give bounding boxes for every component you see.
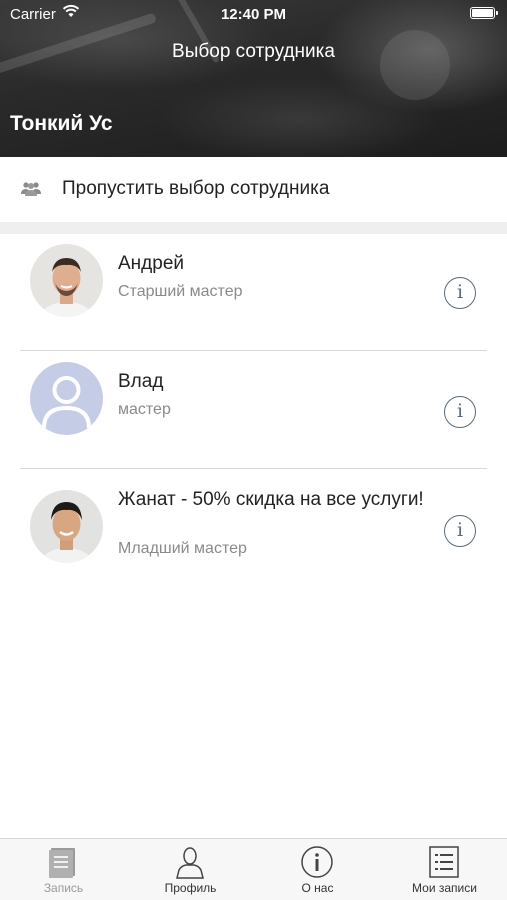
avatar	[30, 490, 103, 563]
tab-label: Запись	[43, 881, 84, 895]
list-icon	[429, 846, 459, 878]
info-icon	[301, 846, 333, 878]
tab-bar: Запись Профиль О нас Мои записи	[0, 838, 507, 900]
tab-booking[interactable]: Запись	[0, 839, 127, 900]
staff-name: Андрей	[118, 253, 184, 274]
header-banner: Carrier 12:40 PM Выбор сотрудника Тонкий…	[0, 0, 507, 157]
staff-role: Старший мастер	[118, 283, 243, 300]
status-bar: Carrier 12:40 PM	[0, 0, 507, 28]
people-icon	[21, 182, 41, 196]
staff-role: мастер	[118, 401, 171, 418]
staff-row-zhanat[interactable]: Жанат - 50% скидка на все услуги! Младши…	[0, 469, 507, 586]
staff-role: Младший мастер	[118, 540, 247, 557]
book-icon	[49, 848, 75, 878]
tab-label: О нас	[301, 881, 334, 895]
staff-row-vlad[interactable]: Влад мастер i	[0, 351, 507, 468]
staff-name: Влад	[118, 371, 164, 392]
salon-name: Тонкий Ус	[10, 112, 113, 135]
staff-name: Жанат - 50% скидка на все услуги!	[118, 489, 424, 510]
tab-my-bookings[interactable]: Мои записи	[381, 839, 507, 900]
section-separator	[0, 222, 507, 234]
skip-employee-button[interactable]: Пропустить выбор сотрудника	[0, 157, 507, 222]
avatar	[30, 244, 103, 317]
battery-icon	[470, 7, 498, 19]
tab-about[interactable]: О нас	[254, 839, 381, 900]
staff-row-andrey[interactable]: Андрей Старший мастер i	[0, 234, 507, 351]
avatar-placeholder	[30, 362, 103, 435]
person-icon	[176, 847, 204, 879]
clock: 12:40 PM	[220, 6, 287, 23]
info-icon[interactable]: i	[444, 396, 476, 428]
info-icon[interactable]: i	[444, 277, 476, 309]
page-title: Выбор сотрудника	[172, 41, 335, 62]
skip-employee-label: Пропустить выбор сотрудника	[62, 178, 330, 199]
tab-profile[interactable]: Профиль	[127, 839, 254, 900]
tab-label: Профиль	[164, 881, 217, 895]
tab-label: Мои записи	[412, 881, 477, 895]
info-icon[interactable]: i	[444, 515, 476, 547]
